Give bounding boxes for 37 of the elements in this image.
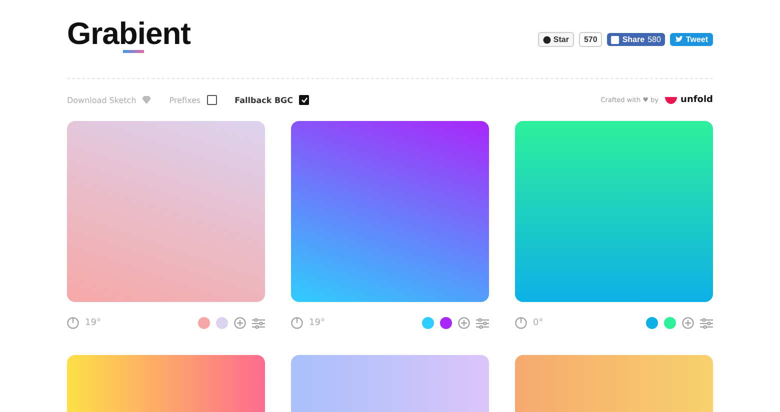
color-stop-dot[interactable] [440, 317, 452, 329]
unfold-logo-icon [664, 96, 677, 104]
color-stop-dot[interactable] [422, 317, 434, 329]
color-stop-dot[interactable] [646, 317, 658, 329]
angle-dial-icon[interactable] [291, 317, 303, 329]
angle-dial-icon[interactable] [515, 317, 527, 329]
facebook-icon [611, 36, 620, 44]
logo-underline [123, 50, 144, 53]
github-star-button[interactable]: Star [538, 32, 574, 47]
option-label: Prefixes [169, 96, 201, 104]
checkbox[interactable] [206, 95, 217, 105]
diamond-icon [142, 96, 152, 104]
tweet-button[interactable]: Tweet [670, 33, 713, 46]
angle-dial-icon[interactable] [67, 317, 79, 329]
color-stop-dot[interactable] [216, 317, 228, 329]
star-count: 570 [578, 32, 602, 47]
gradient-swatch[interactable] [515, 121, 713, 302]
unfold-link[interactable]: unfold [664, 95, 713, 105]
share-button[interactable]: Share 580 [607, 33, 665, 46]
color-stop-dot[interactable] [664, 317, 676, 329]
angle-value: 19° [85, 318, 101, 328]
settings-icon[interactable] [700, 318, 713, 328]
gradient-swatch[interactable] [291, 121, 489, 302]
add-icon[interactable] [234, 317, 246, 329]
settings-icon[interactable] [252, 318, 265, 328]
option-label: Fallback BGC [234, 96, 293, 104]
angle-value: 19° [309, 318, 325, 328]
color-stop-dot[interactable] [198, 317, 210, 329]
add-icon[interactable] [458, 317, 470, 329]
checkbox[interactable] [299, 95, 309, 105]
angle-value: 0° [533, 318, 544, 328]
add-icon[interactable] [682, 317, 694, 329]
github-icon [543, 36, 552, 44]
bird-icon [674, 36, 683, 43]
settings-icon[interactable] [476, 318, 489, 328]
gradient-swatch[interactable] [67, 121, 265, 302]
logo-text: Grabient [67, 18, 190, 50]
